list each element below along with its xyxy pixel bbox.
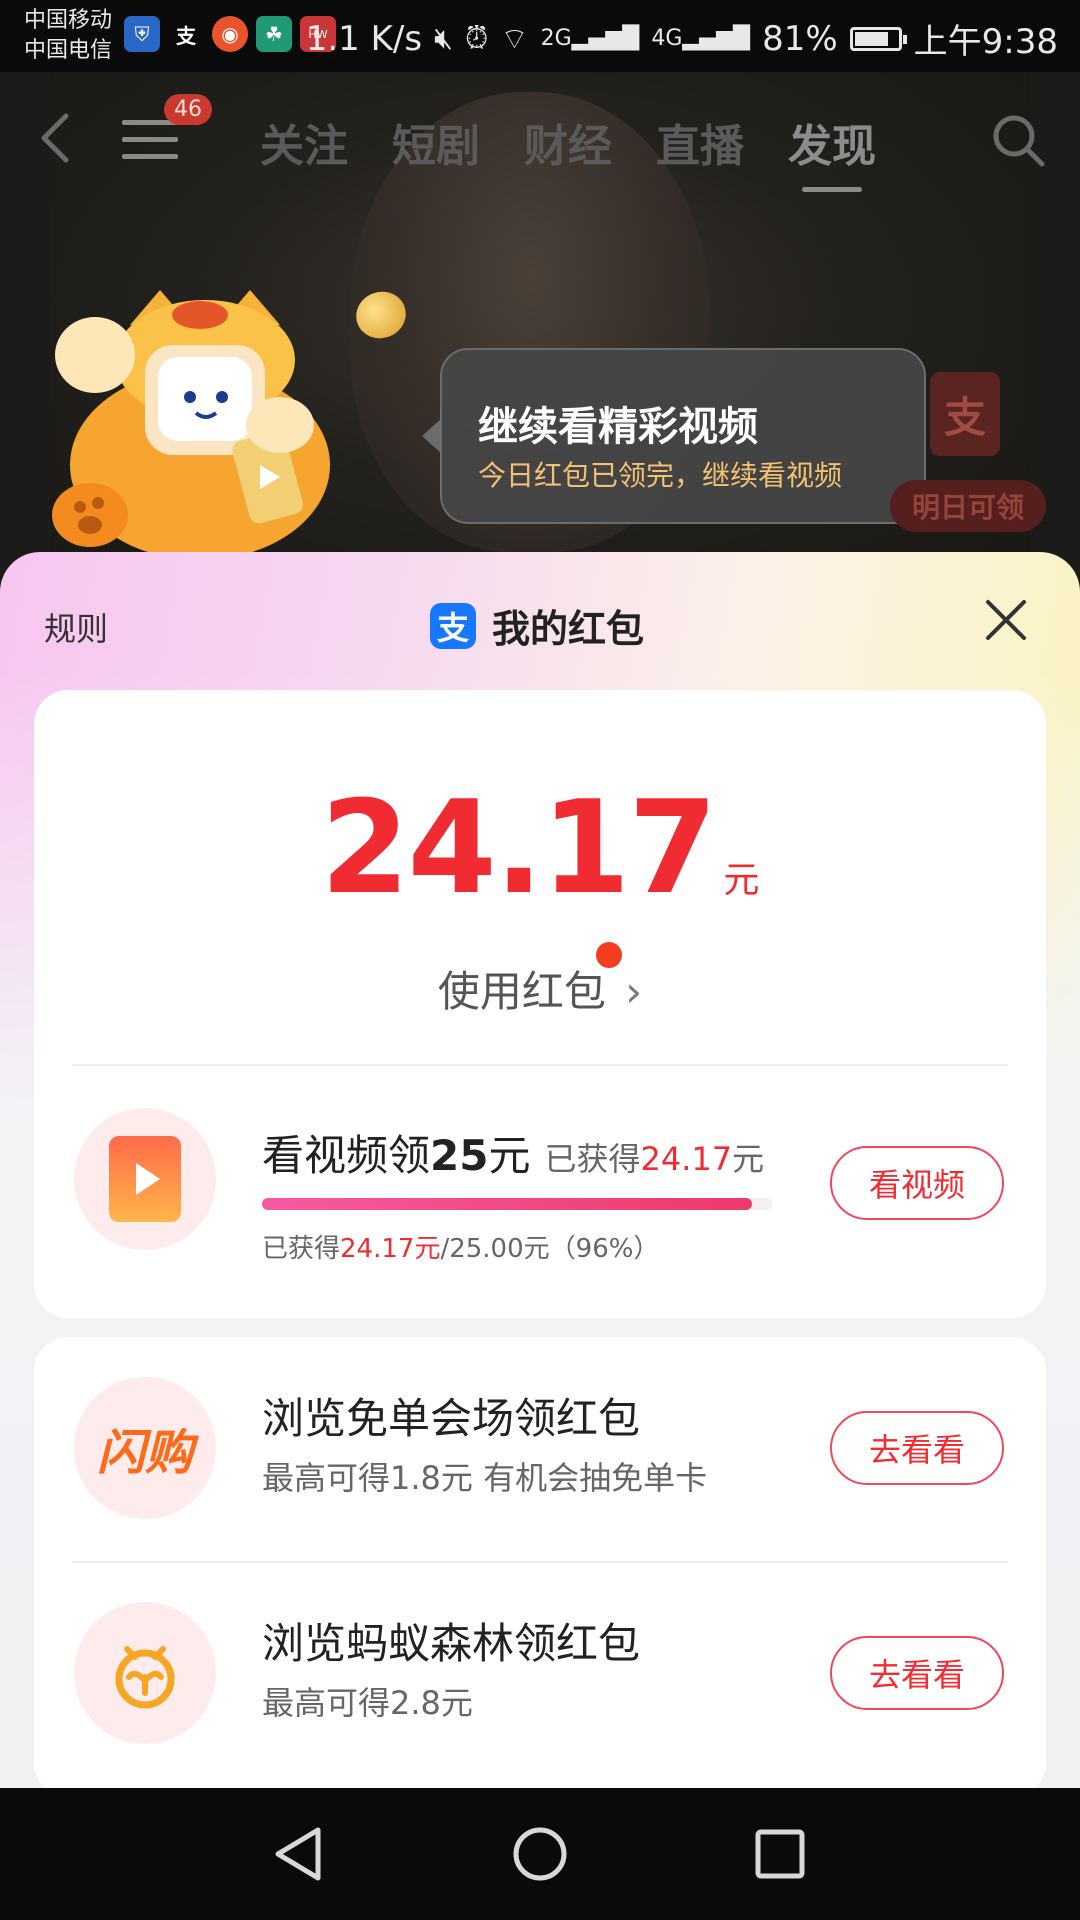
sheet-header: 规则 支 我的红包 <box>0 552 1080 692</box>
back-arrow-icon[interactable] <box>30 108 84 168</box>
rules-link[interactable]: 规则 <box>44 604 108 650</box>
task-title-ant-forest: 浏览蚂蚁森林领红包 <box>262 1619 641 1668</box>
clock: 上午9:38 <box>913 22 1058 62</box>
sheet-title-text: 我的红包 <box>492 607 645 651</box>
sheet-title: 支 我的红包 <box>430 598 644 653</box>
balance-unit: 元 <box>723 860 760 901</box>
alipay-icon: 支 <box>168 16 204 52</box>
video-task-note: 已获得24.17元/25.00元（96%） <box>262 1234 660 1264</box>
nav-home-icon[interactable] <box>506 1820 574 1888</box>
task-subtitle-free-order: 最高可得1.8元 有机会抽免单卡 <box>262 1459 708 1497</box>
status-bar: 中国移动 中国电信 ⛨ 支 ◉ ☘ HW 1.1 K/s 🔇︎ ⏰︎ ⌔ 2G▂… <box>0 0 1080 72</box>
tab-live[interactable]: 直播 <box>656 110 744 174</box>
tomorrow-claim-pill[interactable]: 明日可领 <box>890 480 1046 532</box>
tab-short-drama[interactable]: 短剧 <box>392 110 480 174</box>
carrier-info: 中国移动 中国电信 <box>24 6 112 66</box>
video-task-title: 看视频领25元 已获得24.17元 <box>262 1131 765 1180</box>
video-task-earned: 已获得24.17元 <box>544 1140 765 1178</box>
alipay-logo-icon: 支 <box>430 602 476 649</box>
video-task-progress <box>262 1198 772 1210</box>
wifi-icon: ⌔ <box>500 21 529 57</box>
signal-2g-icon: 2G▂▄▆█ <box>540 26 640 51</box>
menu-icon[interactable] <box>122 120 178 160</box>
tooltip-title: 继续看精彩视频 <box>478 404 758 450</box>
network-speed: 1.1 K/s <box>305 18 423 59</box>
flash-buy-logo: 闪购 <box>96 1425 193 1481</box>
nav-back-icon[interactable] <box>266 1820 334 1888</box>
bank-icon: ☘ <box>256 16 292 52</box>
mute-icon: 🔇︎ <box>434 21 453 56</box>
close-icon[interactable] <box>984 598 1028 642</box>
carrier-2: 中国电信 <box>24 38 113 63</box>
tab-discover[interactable]: 发现 <box>788 110 876 192</box>
balance-amount: 24.17 元 <box>34 774 1046 923</box>
task-list-card: 闪购 浏览免单会场领红包 最高可得1.8元 有机会抽免单卡 去看看 浏览蚂蚁森林… <box>34 1337 1046 1788</box>
tab-finance[interactable]: 财经 <box>524 110 612 174</box>
status-indicators: 1.1 K/s 🔇︎ ⏰︎ ⌔ 2G▂▄▆█ 4G▂▄▆█ 81% 上午9:38 <box>306 14 1058 63</box>
video-tabs: 关注 短剧 财经 直播 发现 <box>260 110 876 192</box>
video-task-icon <box>74 1108 216 1250</box>
tab-follow[interactable]: 关注 <box>260 110 348 174</box>
alarm-icon: ⏰︎ <box>464 21 489 56</box>
ant-forest-icon <box>74 1602 216 1744</box>
tooltip-bubble: 继续看精彩视频 今日红包已领完，继续看视频 <box>422 348 926 524</box>
flash-buy-icon: 闪购 <box>74 1377 216 1519</box>
play-icon <box>109 1136 181 1222</box>
go-see-button-ant-forest[interactable]: 去看看 <box>830 1636 1004 1710</box>
progress-fill <box>262 1198 752 1210</box>
task-title-free-order: 浏览免单会场领红包 <box>262 1394 641 1443</box>
go-see-button-free-order[interactable]: 去看看 <box>830 1411 1004 1485</box>
video-app-icon: ◉ <box>212 16 248 52</box>
tooltip-subtitle: 今日红包已领完，继续看视频 <box>478 459 843 492</box>
use-red-packet-label: 使用红包 <box>437 967 606 1016</box>
task-subtitle-ant-forest: 最高可得2.8元 <box>262 1684 473 1722</box>
battery-icon <box>849 26 907 51</box>
cat-mascot-image <box>52 290 330 555</box>
alipay-rail-icon[interactable]: 支 <box>930 372 1000 456</box>
divider <box>72 1561 1008 1563</box>
balance-card: 24.17 元 使用红包 › 看视频领25元 已获得24.17元 已获得24.17元… <box>34 690 1046 1318</box>
notification-icons: ⛨ 支 ◉ ☘ HW <box>124 16 336 52</box>
sprout-icon <box>115 1646 175 1709</box>
shield-icon: ⛨ <box>124 16 160 52</box>
new-dot-badge <box>596 942 622 968</box>
battery-percent: 81% <box>762 18 838 59</box>
signal-4g-icon: 4G▂▄▆█ <box>651 26 751 51</box>
balance-value: 24.17 <box>320 774 718 923</box>
use-red-packet-link[interactable]: 使用红包 › <box>34 958 1046 1019</box>
divider <box>72 1064 1008 1066</box>
red-packet-sheet: 规则 支 我的红包 24.17 元 使用红包 › 看视频领25元 已获得24.17元… <box>0 552 1080 1788</box>
search-icon[interactable] <box>990 112 1046 168</box>
carrier-1: 中国移动 <box>24 8 113 33</box>
notification-badge: 46 <box>164 94 212 125</box>
chevron-right-icon: › <box>625 967 643 1016</box>
video-top-nav: 46 关注 短剧 财经 直播 发现 <box>0 90 1080 192</box>
system-nav-bar <box>0 1788 1080 1920</box>
nav-recents-icon[interactable] <box>746 1820 814 1888</box>
watch-video-button[interactable]: 看视频 <box>830 1146 1004 1220</box>
